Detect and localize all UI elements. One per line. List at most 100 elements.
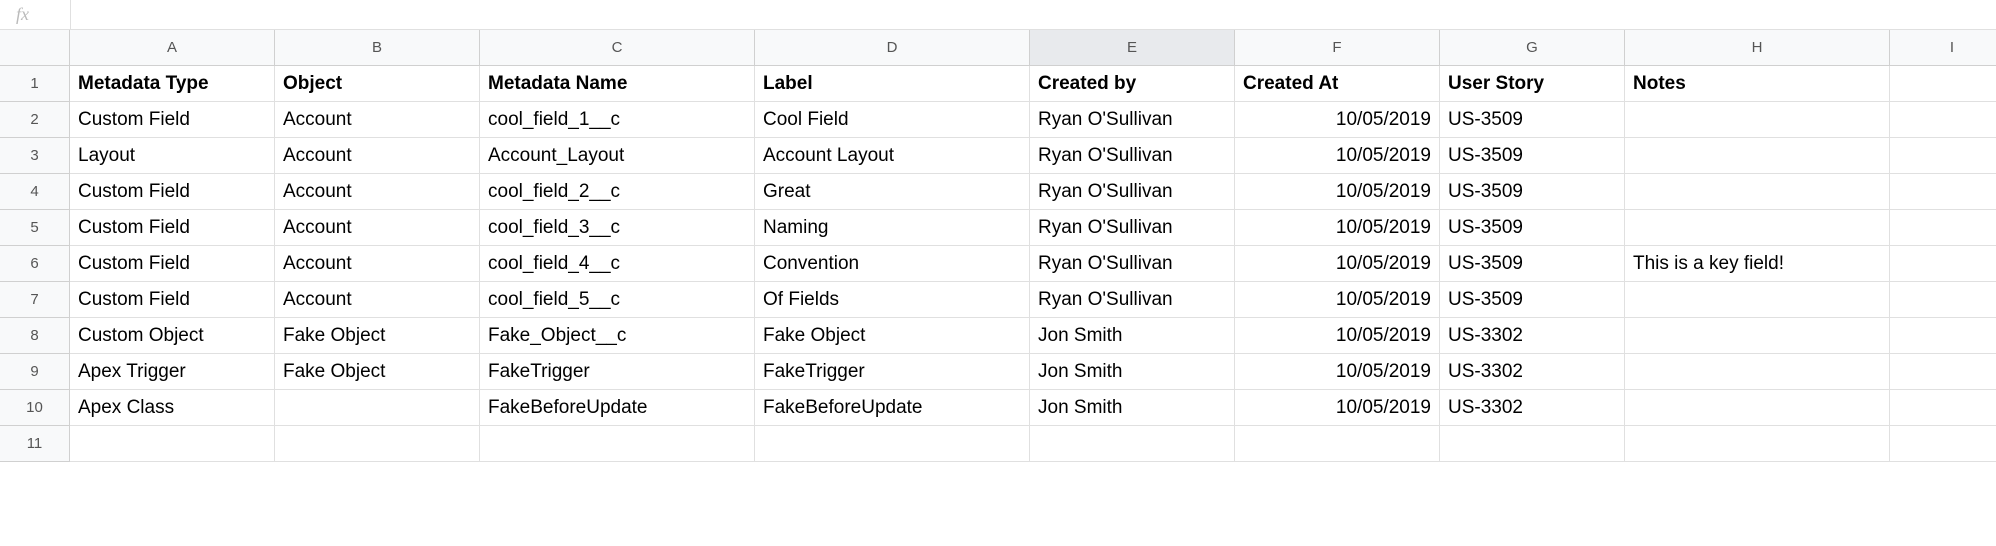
table-cell[interactable] [1625,174,1890,210]
table-cell[interactable]: Fake Object [755,318,1030,354]
table-cell[interactable] [1625,390,1890,426]
table-cell[interactable]: Apex Class [70,390,275,426]
table-cell[interactable]: This is a key field! [1625,246,1890,282]
table-cell[interactable]: Account [275,210,480,246]
table-cell[interactable]: Custom Object [70,318,275,354]
table-cell[interactable] [1030,426,1235,462]
table-cell[interactable] [1625,318,1890,354]
table-header-cell[interactable]: Label [755,66,1030,102]
table-cell[interactable] [1440,426,1625,462]
table-cell[interactable]: Fake_Object__c [480,318,755,354]
table-header-cell[interactable]: Notes [1625,66,1890,102]
table-cell[interactable]: 10/05/2019 [1235,282,1440,318]
table-cell[interactable]: Ryan O'Sullivan [1030,282,1235,318]
table-cell[interactable]: Custom Field [70,282,275,318]
row-header[interactable]: 5 [0,210,70,246]
table-cell[interactable]: 10/05/2019 [1235,102,1440,138]
table-cell[interactable]: cool_field_1__c [480,102,755,138]
table-cell[interactable]: Ryan O'Sullivan [1030,138,1235,174]
table-cell[interactable]: US-3509 [1440,210,1625,246]
table-cell[interactable]: cool_field_4__c [480,246,755,282]
row-header[interactable]: 8 [0,318,70,354]
table-cell[interactable] [1235,426,1440,462]
table-cell[interactable]: cool_field_3__c [480,210,755,246]
column-header-H[interactable]: H [1625,30,1890,66]
table-header-cell[interactable]: User Story [1440,66,1625,102]
table-cell[interactable]: 10/05/2019 [1235,246,1440,282]
table-header-cell[interactable]: Created At [1235,66,1440,102]
table-cell[interactable]: Ryan O'Sullivan [1030,174,1235,210]
table-header-cell[interactable] [1890,66,1996,102]
table-cell[interactable]: Custom Field [70,102,275,138]
table-cell[interactable]: Layout [70,138,275,174]
table-cell[interactable]: US-3302 [1440,390,1625,426]
row-header[interactable]: 10 [0,390,70,426]
column-header-C[interactable]: C [480,30,755,66]
table-cell[interactable]: US-3302 [1440,318,1625,354]
table-cell[interactable]: FakeTrigger [480,354,755,390]
table-cell[interactable] [1890,426,1996,462]
formula-input[interactable] [70,0,1996,29]
table-header-cell[interactable]: Created by [1030,66,1235,102]
table-cell[interactable] [70,426,275,462]
table-cell[interactable]: 10/05/2019 [1235,174,1440,210]
table-cell[interactable]: cool_field_5__c [480,282,755,318]
row-header[interactable]: 11 [0,426,70,462]
table-cell[interactable]: FakeBeforeUpdate [755,390,1030,426]
table-cell[interactable]: Apex Trigger [70,354,275,390]
table-cell[interactable]: US-3509 [1440,282,1625,318]
table-cell[interactable]: Account [275,102,480,138]
table-cell[interactable]: Fake Object [275,354,480,390]
column-header-I[interactable]: I [1890,30,1996,66]
table-cell[interactable] [755,426,1030,462]
row-header[interactable]: 2 [0,102,70,138]
table-cell[interactable]: US-3302 [1440,354,1625,390]
row-header[interactable]: 9 [0,354,70,390]
table-cell[interactable]: Jon Smith [1030,354,1235,390]
table-cell[interactable] [1890,102,1996,138]
column-header-D[interactable]: D [755,30,1030,66]
table-cell[interactable] [1625,282,1890,318]
select-all-corner[interactable] [0,30,70,66]
table-header-cell[interactable]: Metadata Name [480,66,755,102]
table-cell[interactable]: 10/05/2019 [1235,138,1440,174]
row-header[interactable]: 4 [0,174,70,210]
table-cell[interactable]: US-3509 [1440,246,1625,282]
table-cell[interactable]: FakeBeforeUpdate [480,390,755,426]
table-cell[interactable]: US-3509 [1440,174,1625,210]
table-cell[interactable]: US-3509 [1440,102,1625,138]
table-cell[interactable]: Account [275,174,480,210]
table-cell[interactable]: Custom Field [70,174,275,210]
table-cell[interactable]: 10/05/2019 [1235,210,1440,246]
table-cell[interactable]: Account [275,282,480,318]
column-header-A[interactable]: A [70,30,275,66]
table-cell[interactable]: 10/05/2019 [1235,318,1440,354]
table-cell[interactable]: Cool Field [755,102,1030,138]
table-cell[interactable]: Custom Field [70,210,275,246]
table-cell[interactable]: Ryan O'Sullivan [1030,102,1235,138]
row-header[interactable]: 6 [0,246,70,282]
table-header-cell[interactable]: Metadata Type [70,66,275,102]
table-cell[interactable] [1625,102,1890,138]
table-cell[interactable] [1625,210,1890,246]
table-cell[interactable]: Account_Layout [480,138,755,174]
table-cell[interactable] [275,390,480,426]
table-cell[interactable]: Custom Field [70,246,275,282]
row-header[interactable]: 1 [0,66,70,102]
table-cell[interactable]: 10/05/2019 [1235,354,1440,390]
table-cell[interactable] [480,426,755,462]
table-cell[interactable] [275,426,480,462]
table-cell[interactable] [1890,210,1996,246]
table-cell[interactable]: Jon Smith [1030,318,1235,354]
table-cell[interactable]: Convention [755,246,1030,282]
table-cell[interactable] [1890,390,1996,426]
row-header[interactable]: 3 [0,138,70,174]
table-cell[interactable]: Account [275,138,480,174]
table-header-cell[interactable]: Object [275,66,480,102]
table-cell[interactable]: Of Fields [755,282,1030,318]
table-cell[interactable]: Ryan O'Sullivan [1030,210,1235,246]
table-cell[interactable]: Fake Object [275,318,480,354]
table-cell[interactable]: Account [275,246,480,282]
table-cell[interactable] [1625,426,1890,462]
column-header-B[interactable]: B [275,30,480,66]
